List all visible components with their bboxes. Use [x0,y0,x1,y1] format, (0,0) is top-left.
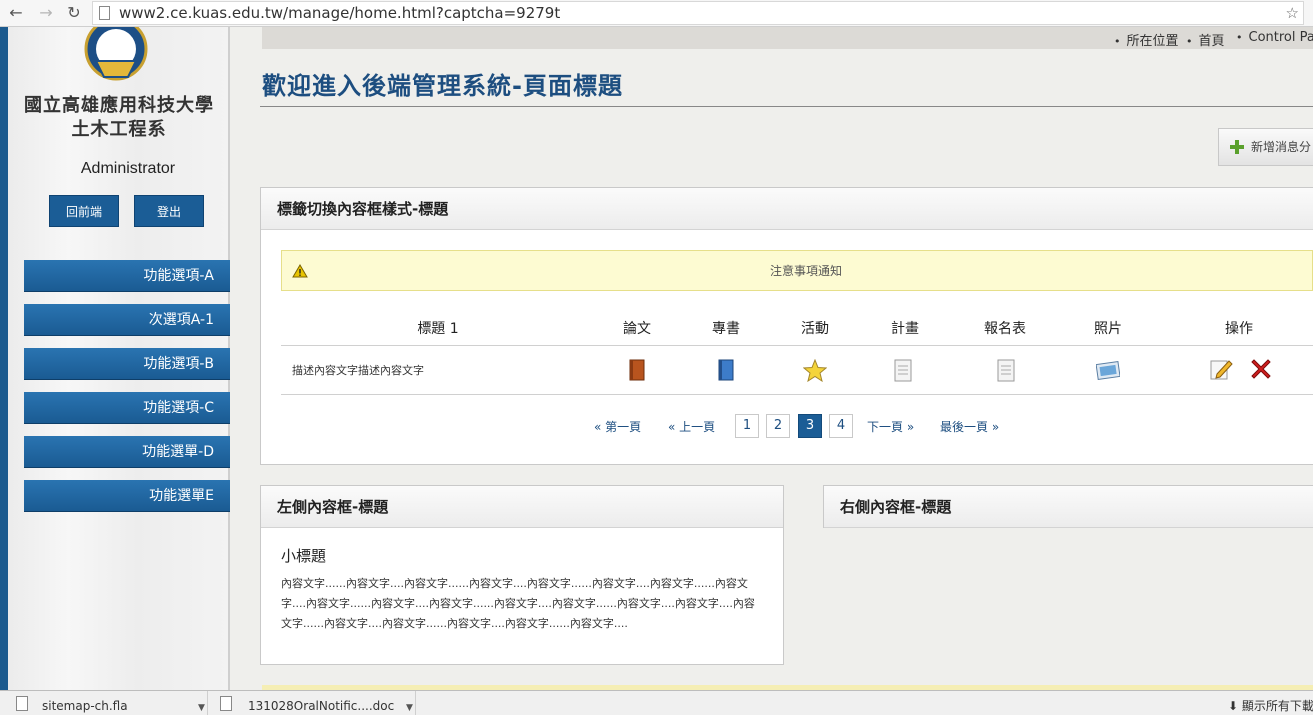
column-header-photo: 照片 [1094,321,1122,337]
photo-icon[interactable] [1096,360,1120,380]
paper-book-icon[interactable] [629,359,645,381]
left-panel-body: 內容文字......內容文字....內容文字......內容文字....內容文字… [281,577,755,630]
column-header-action: 操作 [1225,321,1253,337]
download-file-name: 131028OralNotific....doc [248,699,395,713]
pager-next[interactable]: 下一頁 » [867,418,914,435]
user-name: Administrator [80,160,176,177]
pager-page-4[interactable]: 4 [829,414,853,438]
download-item-1[interactable]: sitemap-ch.fla ▼ [0,691,208,715]
pager-first[interactable]: « 第一頁 [594,418,641,435]
right-panel-title: 右側內容框-標題 [824,486,1313,528]
column-header-activity: 活動 [801,321,829,337]
browser-toolbar: ← → ↻ www2.ce.kuas.edu.tw/manage/home.ht… [0,0,1313,27]
address-bar[interactable]: www2.ce.kuas.edu.tw/manage/home.html?cap… [92,1,1304,25]
page-title: 歡迎進入後端管理系統-頁面標題 [262,72,623,100]
breadcrumb-location: 所在位置 [1114,30,1179,49]
breadcrumb-control-panel[interactable]: Control Pa [1236,30,1313,45]
table-row-divider [281,394,1313,395]
title-divider [260,106,1313,107]
plus-icon [1230,140,1244,154]
sidebar-accent-stripe [0,27,8,690]
row-description: 描述內容文字描述內容文字 [292,364,424,377]
star-icon[interactable] [803,359,827,382]
delete-icon[interactable] [1249,357,1273,381]
dept-name-line2: 土木工程系 [71,119,167,140]
form-document-icon[interactable] [996,359,1016,382]
pager-prev[interactable]: « 上一頁 [668,418,715,435]
frontend-button[interactable]: 回前端 [49,195,119,227]
add-category-button[interactable]: 新增消息分 [1218,128,1313,166]
show-all-downloads[interactable]: ⬇ 顯示所有下載 [1228,691,1313,715]
chevron-down-icon[interactable]: ▼ [198,693,205,715]
menu-item-a[interactable]: 功能選項-A [24,260,230,292]
word-file-icon [220,696,232,711]
logout-button[interactable]: 登出 [134,195,204,227]
menu-item-a1[interactable]: 次選項A-1 [24,304,230,336]
book-icon[interactable] [718,359,734,381]
forward-arrow-icon[interactable]: → [36,3,56,23]
notice-text: 注意事項通知 [769,264,842,278]
pager-last[interactable]: 最後一頁 » [940,418,999,435]
tab-panel-title: 標籤切換內容框樣式-標題 [261,188,1313,230]
right-content-panel: 右側內容框-標題 [823,485,1313,528]
left-panel-subtitle: 小標題 [281,547,327,565]
column-header-title: 標題 1 [417,321,459,337]
menu-item-b[interactable]: 功能選項-B [24,348,230,380]
pager-page-3-current[interactable]: 3 [798,414,822,438]
pager-page-1[interactable]: 1 [735,414,759,438]
download-file-name: sitemap-ch.fla [42,699,128,713]
column-header-signup: 報名表 [984,321,1026,337]
menu-item-e[interactable]: 功能選單E [24,480,230,512]
bookmark-star-icon[interactable]: ☆ [1286,4,1299,22]
column-header-paper: 論文 [623,321,651,337]
download-icon: ⬇ [1228,699,1239,713]
column-header-project: 計畫 [891,321,919,337]
menu-item-d[interactable]: 功能選單-D [24,436,230,468]
edit-icon[interactable] [1209,357,1233,381]
chevron-down-icon[interactable]: ▼ [406,693,413,715]
pager-page-2[interactable]: 2 [766,414,790,438]
dept-name-line1: 國立高雄應用科技大學 [24,95,214,116]
document-icon[interactable] [893,359,913,382]
add-category-label: 新增消息分 [1251,140,1312,154]
table-header-divider [281,345,1313,346]
reload-icon[interactable]: ↻ [64,3,84,23]
notice-box: 注意事項通知 [281,250,1313,291]
download-bar: sitemap-ch.fla ▼ 131028OralNotific....do… [0,690,1313,715]
page-icon [99,6,110,20]
show-all-label: 顯示所有下載 [1241,699,1313,713]
left-panel-title: 左側內容框-標題 [261,486,783,528]
kuas-logo-icon [84,27,148,81]
breadcrumb-home[interactable]: 首頁 [1186,30,1225,49]
file-icon [16,696,28,711]
url-text[interactable]: www2.ce.kuas.edu.tw/manage/home.html?cap… [119,4,560,22]
back-arrow-icon[interactable]: ← [6,3,26,23]
download-item-2[interactable]: 131028OralNotific....doc ▼ [208,691,416,715]
menu-item-c[interactable]: 功能選項-C [24,392,230,424]
column-header-book: 專書 [712,321,740,337]
